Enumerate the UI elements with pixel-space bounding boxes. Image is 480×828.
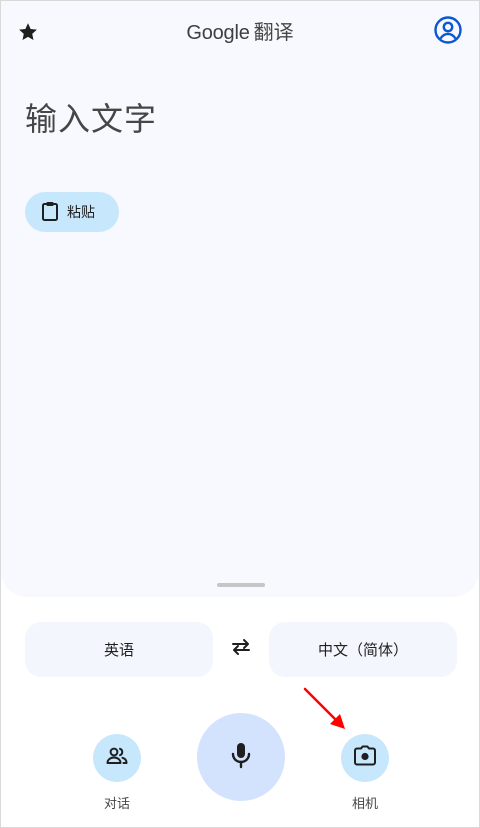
- camera-button[interactable]: [341, 734, 389, 782]
- brand-name: Google: [186, 22, 250, 44]
- red-arrow-annotation: [303, 687, 345, 729]
- account-circle-icon: [433, 15, 463, 50]
- product-name: 翻译: [253, 22, 294, 44]
- camera-icon: [353, 745, 377, 772]
- source-language-label: 英语: [103, 642, 134, 659]
- clipboard-icon: [41, 201, 59, 224]
- paste-label: 粘贴: [67, 204, 95, 220]
- conversation-label: 对话: [103, 796, 130, 811]
- page-title: Google 翻译: [1, 19, 479, 47]
- text-input[interactable]: 输入文字: [25, 97, 455, 147]
- account-button[interactable]: [433, 15, 463, 50]
- target-language-button[interactable]: 中文（简体）: [269, 622, 457, 677]
- input-card: Google 翻译 输入文字 粘贴: [1, 1, 479, 597]
- mic-icon: [228, 740, 254, 775]
- paste-button[interactable]: 粘贴: [25, 192, 119, 232]
- conversation-button[interactable]: [93, 734, 141, 782]
- app-screen: Google 翻译 输入文字 粘贴 英语 中文（简体） 对话 相机: [0, 0, 480, 828]
- source-language-button[interactable]: 英语: [25, 622, 213, 677]
- microphone-button[interactable]: [197, 713, 285, 801]
- people-icon: [105, 744, 129, 773]
- target-language-label: 中文（简体）: [317, 642, 408, 659]
- camera-label: 相机: [351, 796, 378, 811]
- drag-handle[interactable]: [217, 583, 265, 587]
- swap-languages-button[interactable]: [227, 635, 255, 663]
- swap-arrows-icon: [229, 635, 253, 664]
